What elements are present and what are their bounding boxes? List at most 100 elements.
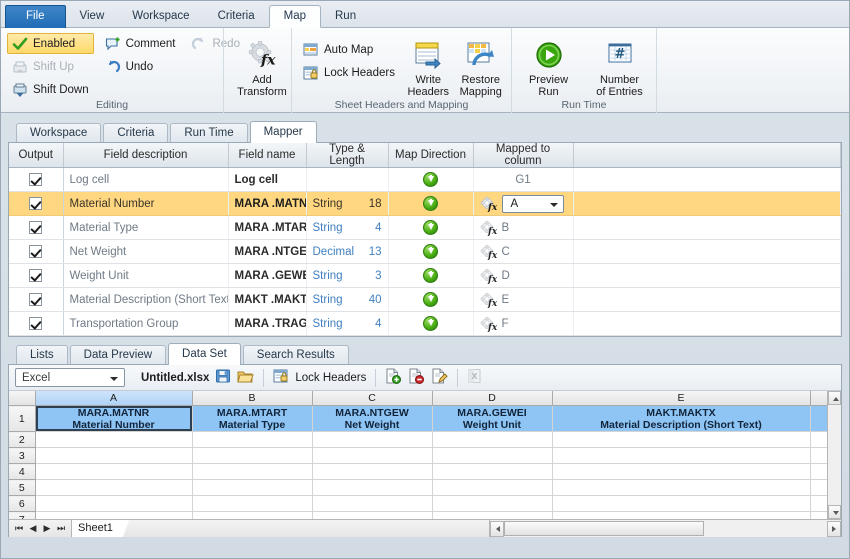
cell-a2[interactable] [35, 432, 192, 448]
cell-c4[interactable] [312, 464, 432, 480]
sheet-tab-sheet1[interactable]: Sheet1 [71, 520, 123, 537]
excel-export-icon[interactable]: X [467, 368, 483, 387]
row-header[interactable]: 3 [9, 448, 35, 464]
output-checkbox-cell[interactable] [9, 264, 63, 288]
down-arrow-icon[interactable] [423, 244, 438, 259]
ribbon-tab-run[interactable]: Run [321, 6, 370, 28]
nav-next-icon[interactable]: ▶ [41, 523, 53, 534]
column-header-e[interactable]: E [552, 391, 810, 406]
col-header-field-description[interactable]: Field description [63, 143, 228, 168]
output-checkbox-cell[interactable] [9, 312, 63, 336]
tab-data-set[interactable]: Data Set [168, 343, 241, 365]
vertical-scrollbar[interactable] [827, 391, 841, 519]
cell-c1[interactable]: MARA.NTGEW Net Weight [312, 406, 432, 432]
cell-d5[interactable] [432, 480, 552, 496]
map-direction-cell[interactable] [388, 264, 473, 288]
row-header[interactable]: 6 [9, 496, 35, 512]
tab-data-preview[interactable]: Data Preview [70, 345, 166, 365]
down-arrow-icon[interactable] [423, 172, 438, 187]
row-header[interactable]: 4 [9, 464, 35, 480]
row-header[interactable]: 7 [9, 512, 35, 520]
lock-headers-toolbar-label[interactable]: Lock Headers [295, 372, 366, 384]
column-header-c[interactable]: C [312, 391, 432, 406]
column-header-d[interactable]: D [432, 391, 552, 406]
lock-headers-button[interactable]: Lock Headers [298, 62, 400, 83]
fx-transform-icon[interactable]: fx [480, 293, 496, 307]
cell-c5[interactable] [312, 480, 432, 496]
mapped-to-column-cell[interactable]: fx C [473, 240, 573, 264]
tab-search-results[interactable]: Search Results [243, 345, 349, 365]
fx-transform-icon[interactable]: fx [480, 269, 496, 283]
hscroll-right-button[interactable] [827, 521, 841, 537]
fx-transform-icon[interactable]: fx [480, 221, 496, 235]
cell-a7[interactable] [35, 512, 192, 520]
col-header-blank[interactable] [573, 143, 841, 168]
cell-d1[interactable]: MARA.GEWEI Weight Unit [432, 406, 552, 432]
number-of-entries-button[interactable]: # Number of Entries [589, 35, 650, 98]
map-direction-cell[interactable] [388, 240, 473, 264]
output-checkbox-cell[interactable] [9, 168, 63, 192]
table-row[interactable]: Net Weight MARA .NTGEW Decimal13 fx C [9, 240, 841, 264]
preview-run-button[interactable]: Preview Run [518, 35, 579, 98]
table-row[interactable]: Material Number MARA .MATNR String18 [9, 192, 841, 216]
output-checkbox-cell[interactable] [9, 240, 63, 264]
output-checkbox[interactable] [29, 317, 42, 330]
cell-b2[interactable] [192, 432, 312, 448]
edit-document-icon[interactable] [431, 368, 448, 387]
nav-first-icon[interactable]: ⏮ [13, 523, 25, 534]
cell-c7[interactable] [312, 512, 432, 520]
col-header-field-name[interactable]: Field name [228, 143, 306, 168]
output-checkbox[interactable] [29, 245, 42, 258]
cell-c6[interactable] [312, 496, 432, 512]
restore-mapping-button[interactable]: Restore Mapping [456, 35, 505, 98]
down-arrow-icon[interactable] [423, 220, 438, 235]
cell-b7[interactable] [192, 512, 312, 520]
tab-run-time[interactable]: Run Time [170, 123, 247, 143]
col-header-output[interactable]: Output [9, 143, 63, 168]
hscroll-left-button[interactable] [490, 521, 504, 537]
cell-a5[interactable] [35, 480, 192, 496]
cell-e3[interactable] [552, 448, 810, 464]
map-direction-cell[interactable] [388, 216, 473, 240]
cell-b5[interactable] [192, 480, 312, 496]
add-document-icon[interactable] [385, 368, 402, 387]
format-select[interactable]: Excel [15, 368, 125, 387]
nav-last-icon[interactable]: ⏭ [55, 523, 67, 534]
down-arrow-icon[interactable] [423, 292, 438, 307]
col-header-mapped-to-column[interactable]: Mapped to column [473, 143, 573, 168]
write-headers-button[interactable]: Write Headers [404, 35, 453, 98]
output-checkbox[interactable] [29, 293, 42, 306]
cell-d6[interactable] [432, 496, 552, 512]
cell-e5[interactable] [552, 480, 810, 496]
undo-button[interactable]: Undo [100, 56, 181, 77]
map-direction-cell[interactable] [388, 312, 473, 336]
cell-d2[interactable] [432, 432, 552, 448]
ribbon-tab-file[interactable]: File [5, 5, 66, 28]
ribbon-tab-map[interactable]: Map [269, 5, 321, 28]
tab-workspace[interactable]: Workspace [16, 123, 101, 143]
mapped-to-column-cell[interactable]: fx E [473, 288, 573, 312]
mapped-to-column-cell[interactable]: fx A [473, 192, 573, 216]
cell-e1[interactable]: MAKT.MAKTX Material Description (Short T… [552, 406, 810, 432]
fx-transform-icon[interactable]: fx [480, 245, 496, 259]
table-row[interactable]: Material Description (Short Text) MAKT .… [9, 288, 841, 312]
hscroll-thumb[interactable] [504, 521, 704, 536]
lock-headers-icon[interactable] [273, 368, 289, 387]
remove-document-icon[interactable] [408, 368, 425, 387]
mapped-to-column-cell[interactable]: fx B [473, 216, 573, 240]
auto-map-button[interactable]: Auto Map [298, 39, 400, 60]
column-header-a[interactable]: A [35, 391, 192, 406]
mapped-column-combobox[interactable]: A [502, 195, 564, 213]
tab-lists[interactable]: Lists [16, 345, 68, 365]
down-arrow-icon[interactable] [423, 268, 438, 283]
chevron-down-icon[interactable] [110, 377, 118, 381]
output-checkbox[interactable] [29, 173, 42, 186]
row-header[interactable]: 2 [9, 432, 35, 448]
output-checkbox[interactable] [29, 221, 42, 234]
select-all-corner[interactable] [9, 391, 35, 406]
cell-a3[interactable] [35, 448, 192, 464]
cell-b1[interactable]: MARA.MTART Material Type [192, 406, 312, 432]
mapped-to-column-cell[interactable]: fx D [473, 264, 573, 288]
mapped-to-column-cell[interactable]: G1 [473, 168, 573, 192]
save-icon[interactable] [215, 368, 231, 387]
